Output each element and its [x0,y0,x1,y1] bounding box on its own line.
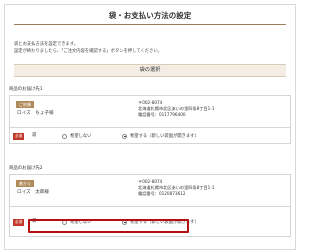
radio-no-icon[interactable] [62,133,67,139]
destination-badge: 着かえ [16,180,34,187]
bag-option-no[interactable]: 希望しない [62,131,91,141]
bag-option-yes[interactable]: 希望する（新しい袋面が開きます） [122,131,199,141]
destination-badge: ご依頼 [16,101,34,108]
intro-text-1: 袋とお支払方法を設定できます。 [14,42,79,47]
page-title: 袋・お支払い方法の設定 [108,11,192,20]
bag-option-row: 必須 袋 希望しない 希望する（新しい袋面が開きます） [9,128,291,144]
title-divider [14,24,286,25]
radio-yes-icon[interactable] [122,133,127,139]
highlight-box [28,219,189,233]
option-label: 希望する（新しい袋面が開きます） [130,134,199,139]
recipient-name: ロイズ 太郎様 [17,190,50,195]
phone-number: 電話番号：0120873612 [138,191,186,196]
required-badge: 必須 [13,133,25,140]
destination-card: ご依頼 ロイズ ちょ子様 〒002-8074 北海道札幌市北区あいの里四条8丁目… [9,95,291,128]
section-header-bag-selection: 袋の選択 [14,64,286,77]
intro-text-2: 設定が終わりましたら、「ご注文内容を確認する」ボタンを押してください。 [14,49,162,54]
option-label: 希望しない [70,134,92,139]
destination-label: 商品のお届け先1 [9,87,43,92]
destination-label: 商品のお届け先2 [9,166,43,171]
destination-card: 着かえ ロイズ 太郎様 〒002-8074 北海道札幌市北区あいの里四条8丁目1… [9,174,291,207]
bag-label: 袋 [32,133,37,138]
recipient-name: ロイズ ちょ子様 [17,111,54,116]
phone-number: 電話番号：0117796400 [138,112,186,117]
required-badge: 必須 [13,219,25,226]
